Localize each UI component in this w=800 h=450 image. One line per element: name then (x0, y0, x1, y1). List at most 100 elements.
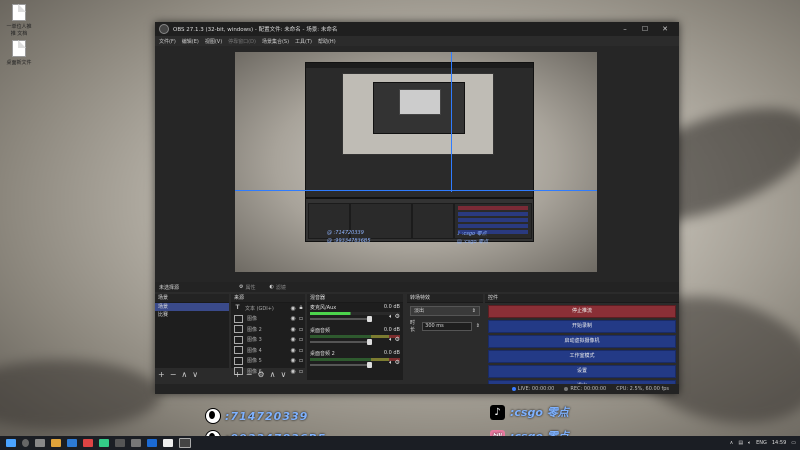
chevron-up-icon[interactable]: ∧ (730, 440, 734, 446)
menu-tools[interactable]: 工具(T) (295, 38, 312, 45)
volume-slider[interactable] (310, 316, 372, 322)
gear-icon[interactable]: ⚙ (239, 284, 243, 290)
scene-item[interactable]: 比赛 (155, 311, 229, 319)
scenes-list: 场景 比赛 (155, 303, 229, 368)
source-item[interactable]: 图像 2 ◉ ▫ (231, 324, 305, 335)
eye-icon[interactable]: ◉ (289, 357, 297, 364)
controls-dock: 控件 停止推流 开始录制 启动虚拟摄像机 工作室模式 设置 退出 (485, 294, 679, 393)
obs-taskbar-icon[interactable] (179, 438, 191, 448)
app-icon[interactable] (163, 439, 173, 447)
maximize-button[interactable]: ☐ (635, 25, 655, 33)
lock-icon[interactable]: ▫ (297, 368, 305, 375)
transition-selected: 淡出 (414, 308, 425, 314)
eye-icon[interactable]: ◉ (289, 368, 297, 375)
volume-meter (310, 312, 400, 315)
document-icon (12, 4, 26, 21)
source-name: 图像 3 (247, 337, 262, 344)
menu-view[interactable]: 视图(V) (205, 38, 222, 45)
app-icon[interactable] (115, 439, 125, 447)
add-icon[interactable]: + (158, 370, 165, 379)
language-indicator[interactable]: ENG (756, 440, 767, 446)
file-explorer-icon[interactable] (51, 439, 61, 447)
gear-icon[interactable]: ⚙ (395, 336, 400, 343)
source-item[interactable]: T 文本 (GDI+) ◉ 🔒︎ (231, 303, 305, 314)
lock-icon[interactable]: ▫ (297, 326, 305, 333)
gear-icon[interactable]: ⚙ (395, 359, 400, 366)
menu-docks[interactable]: 停靠窗口(D) (228, 38, 256, 45)
network-icon[interactable]: ▤ (738, 440, 743, 446)
menu-bar: 文件(F) 编辑(E) 视图(V) 停靠窗口(D) 场景集合(S) 工具(T) … (155, 36, 679, 46)
speaker-icon[interactable]: 🔈︎ (389, 313, 393, 320)
volume-icon[interactable]: 🔈︎ (748, 440, 751, 446)
task-view-icon[interactable] (35, 439, 45, 447)
volume-slider-knob[interactable] (367, 339, 372, 345)
virtual-camera-button[interactable]: 启动虚拟摄像机 (488, 335, 676, 348)
app-icon[interactable] (147, 439, 157, 447)
rec-status: REC: 00:00:00 (564, 386, 606, 392)
close-button[interactable]: ✕ (655, 25, 675, 33)
eye-icon[interactable]: ◉ (289, 336, 297, 343)
duration-input[interactable]: 300 ms (422, 321, 472, 331)
chevron-up-icon[interactable]: ∧ (270, 370, 276, 379)
source-item[interactable]: 图像 3 ◉ ▫ (231, 335, 305, 346)
filters-button[interactable]: 滤镜 (276, 284, 286, 291)
add-icon[interactable]: + (234, 370, 241, 379)
lock-icon[interactable]: ▫ (297, 336, 305, 343)
chevron-up-icon[interactable]: ∧ (181, 370, 187, 379)
filter-icon[interactable]: ◐ (270, 284, 274, 290)
source-item[interactable]: 图像 4 ◉ ▫ (231, 345, 305, 356)
menu-edit[interactable]: 编辑(E) (182, 38, 199, 45)
title-bar[interactable]: OBS 27.1.3 (32-bit, windows) - 配置文件: 未命名… (155, 22, 679, 36)
chevron-down-icon[interactable]: ∨ (280, 370, 286, 379)
minimize-button[interactable]: – (615, 25, 635, 33)
speaker-icon[interactable]: 🔈︎ (389, 336, 393, 343)
remove-icon[interactable]: − (246, 370, 253, 379)
eye-icon[interactable]: ◉ (289, 305, 297, 312)
volume-slider[interactable] (310, 339, 372, 345)
stop-streaming-button[interactable]: 停止推流 (488, 305, 676, 318)
speaker-icon[interactable]: 🔈︎ (389, 359, 393, 366)
start-icon[interactable] (6, 439, 16, 447)
source-item[interactable]: 图像 5 ◉ ▫ (231, 356, 305, 367)
remove-icon[interactable]: − (170, 370, 177, 379)
source-item[interactable]: 图像 ◉ ▫ (231, 314, 305, 325)
studio-mode-button[interactable]: 工作室模式 (488, 350, 676, 363)
volume-slider[interactable] (310, 362, 372, 368)
transition-select[interactable]: 淡出 ⇕ (410, 306, 480, 316)
clock[interactable]: 14:59 (772, 440, 786, 446)
notification-icon[interactable]: ▭ (791, 440, 796, 446)
preview-canvas[interactable]: @ :714720339 @ :993347836B5 ♪ :csgo 零点 ▤… (235, 52, 597, 272)
channel-db: 0.0 dB (383, 304, 400, 310)
app-icon[interactable] (99, 439, 109, 447)
menu-help[interactable]: 帮助(H) (318, 38, 336, 45)
eye-icon[interactable]: ◉ (289, 347, 297, 354)
channel-db: 0.0 dB (383, 350, 400, 356)
properties-button[interactable]: 属性 (246, 284, 256, 291)
start-recording-button[interactable]: 开始录制 (488, 320, 676, 333)
transitions-title: 转场特效 (407, 294, 483, 303)
search-icon[interactable] (22, 439, 29, 447)
menu-file[interactable]: 文件(F) (159, 38, 176, 45)
scene-item[interactable]: 场景 (155, 303, 229, 311)
desktop-icon-document[interactable]: 一单位人推推 文档 (6, 4, 32, 37)
lock-icon[interactable]: ▫ (297, 347, 305, 354)
lock-icon[interactable]: ▫ (297, 357, 305, 364)
taskbar: ∧ ▤ 🔈︎ ENG 14:59 ▭ (0, 436, 800, 450)
settings-button[interactable]: 设置 (488, 365, 676, 378)
chevron-down-icon[interactable]: ∨ (192, 370, 198, 379)
volume-slider-knob[interactable] (367, 316, 372, 322)
eye-icon[interactable]: ◉ (289, 315, 297, 322)
lock-icon[interactable]: 🔒︎ (297, 304, 305, 312)
menu-scene-collection[interactable]: 场景集合(S) (262, 38, 289, 45)
image-source-icon (234, 356, 243, 365)
volume-slider-knob[interactable] (367, 362, 372, 368)
eye-icon[interactable]: ◉ (289, 326, 297, 333)
lock-icon[interactable]: ▫ (297, 315, 305, 322)
desktop-icon-file[interactable]: 桌面新文件 (6, 40, 32, 66)
spin-icon[interactable]: ⇕ (476, 323, 480, 329)
app-icon[interactable] (67, 439, 77, 447)
app-icon[interactable] (83, 439, 93, 447)
gear-icon[interactable]: ⚙ (257, 370, 264, 379)
app-icon[interactable] (131, 439, 141, 447)
gear-icon[interactable]: ⚙ (395, 313, 400, 320)
